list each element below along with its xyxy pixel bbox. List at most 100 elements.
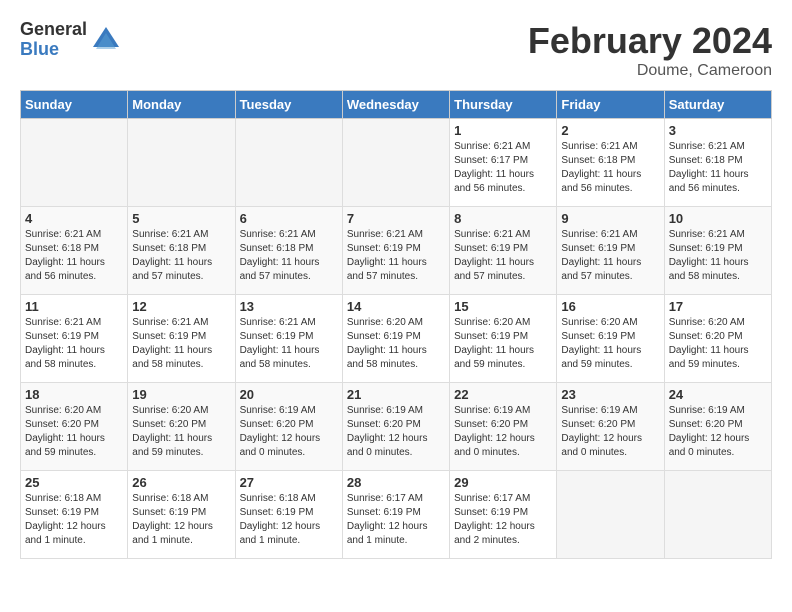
day-number: 16 (561, 299, 659, 314)
day-info: Sunrise: 6:19 AMSunset: 6:20 PMDaylight:… (561, 404, 659, 460)
calendar-cell: 25 Sunrise: 6:18 AMSunset: 6:19 PMDayligh… (21, 471, 128, 559)
day-info: Sunrise: 6:20 AMSunset: 6:19 PMDaylight:… (561, 316, 659, 372)
calendar-cell: 4 Sunrise: 6:21 AMSunset: 6:18 PMDaylight… (21, 207, 128, 295)
calendar-cell (664, 471, 771, 559)
calendar-cell: 26 Sunrise: 6:18 AMSunset: 6:19 PMDayligh… (128, 471, 235, 559)
day-info: Sunrise: 6:21 AMSunset: 6:18 PMDaylight:… (25, 228, 123, 284)
header-cell-wednesday: Wednesday (342, 91, 449, 119)
day-number: 3 (669, 123, 767, 138)
day-info: Sunrise: 6:21 AMSunset: 6:17 PMDaylight:… (454, 140, 552, 196)
calendar-cell: 12 Sunrise: 6:21 AMSunset: 6:19 PMDayligh… (128, 295, 235, 383)
calendar-cell: 10Sunrise: 6:21 AMSunset: 6:19 PMDayligh… (664, 207, 771, 295)
day-number: 8 (454, 211, 552, 226)
day-info: Sunrise: 6:20 AMSunset: 6:19 PMDaylight:… (347, 316, 445, 372)
calendar-cell: 22 Sunrise: 6:19 AMSunset: 6:20 PMDayligh… (450, 383, 557, 471)
calendar-cell: 24 Sunrise: 6:19 AMSunset: 6:20 PMDayligh… (664, 383, 771, 471)
logo-icon (91, 25, 121, 55)
day-info: Sunrise: 6:21 AMSunset: 6:18 PMDaylight:… (669, 140, 767, 196)
day-number: 23 (561, 387, 659, 402)
day-info: Sunrise: 6:21 AMSunset: 6:19 PMDaylight:… (25, 316, 123, 372)
day-number: 14 (347, 299, 445, 314)
day-info: Sunrise: 6:18 AMSunset: 6:19 PMDaylight:… (240, 492, 338, 548)
day-number: 10 (669, 211, 767, 226)
calendar-cell (21, 119, 128, 207)
day-number: 18 (25, 387, 123, 402)
calendar-cell: 9 Sunrise: 6:21 AMSunset: 6:19 PMDaylight… (557, 207, 664, 295)
day-info: Sunrise: 6:17 AMSunset: 6:19 PMDaylight:… (347, 492, 445, 548)
location-subtitle: Doume, Cameroon (528, 62, 772, 80)
day-info: Sunrise: 6:19 AMSunset: 6:20 PMDaylight:… (347, 404, 445, 460)
day-number: 28 (347, 475, 445, 490)
day-info: Sunrise: 6:21 AMSunset: 6:19 PMDaylight:… (132, 316, 230, 372)
day-number: 17 (669, 299, 767, 314)
logo: General Blue (20, 20, 121, 60)
day-number: 13 (240, 299, 338, 314)
day-number: 4 (25, 211, 123, 226)
calendar-cell: 29Sunrise: 6:17 AMSunset: 6:19 PMDayligh… (450, 471, 557, 559)
calendar-cell: 27 Sunrise: 6:18 AMSunset: 6:19 PMDayligh… (235, 471, 342, 559)
week-row-2: 4 Sunrise: 6:21 AMSunset: 6:18 PMDaylight… (21, 207, 772, 295)
calendar-table: SundayMondayTuesdayWednesdayThursdayFrid… (20, 90, 772, 559)
month-title: February 2024 (528, 20, 772, 62)
day-info: Sunrise: 6:19 AMSunset: 6:20 PMDaylight:… (454, 404, 552, 460)
calendar-cell: 2 Sunrise: 6:21 AMSunset: 6:18 PMDaylight… (557, 119, 664, 207)
calendar-cell: 28 Sunrise: 6:17 AMSunset: 6:19 PMDayligh… (342, 471, 449, 559)
calendar-cell (235, 119, 342, 207)
calendar-cell: 19Sunrise: 6:20 AMSunset: 6:20 PMDayligh… (128, 383, 235, 471)
day-info: Sunrise: 6:18 AMSunset: 6:19 PMDaylight:… (25, 492, 123, 548)
day-number: 22 (454, 387, 552, 402)
header-cell-thursday: Thursday (450, 91, 557, 119)
day-number: 24 (669, 387, 767, 402)
day-number: 11 (25, 299, 123, 314)
calendar-cell: 21 Sunrise: 6:19 AMSunset: 6:20 PMDayligh… (342, 383, 449, 471)
calendar-cell: 14 Sunrise: 6:20 AMSunset: 6:19 PMDayligh… (342, 295, 449, 383)
calendar-cell: 1 Sunrise: 6:21 AMSunset: 6:17 PMDaylight… (450, 119, 557, 207)
day-info: Sunrise: 6:21 AMSunset: 6:19 PMDaylight:… (240, 316, 338, 372)
calendar-cell: 13 Sunrise: 6:21 AMSunset: 6:19 PMDayligh… (235, 295, 342, 383)
day-info: Sunrise: 6:21 AMSunset: 6:18 PMDaylight:… (561, 140, 659, 196)
day-info: Sunrise: 6:21 AMSunset: 6:19 PMDaylight:… (454, 228, 552, 284)
header-cell-friday: Friday (557, 91, 664, 119)
header-cell-sunday: Sunday (21, 91, 128, 119)
logo-general: General (20, 20, 87, 40)
day-number: 9 (561, 211, 659, 226)
calendar-cell (557, 471, 664, 559)
day-number: 6 (240, 211, 338, 226)
header: General Blue February 2024 Doume, Camero… (20, 20, 772, 80)
calendar-header: SundayMondayTuesdayWednesdayThursdayFrid… (21, 91, 772, 119)
calendar-cell: 15Sunrise: 6:20 AMSunset: 6:19 PMDayligh… (450, 295, 557, 383)
header-cell-tuesday: Tuesday (235, 91, 342, 119)
day-info: Sunrise: 6:20 AMSunset: 6:19 PMDaylight:… (454, 316, 552, 372)
day-info: Sunrise: 6:21 AMSunset: 6:19 PMDaylight:… (347, 228, 445, 284)
day-info: Sunrise: 6:17 AMSunset: 6:19 PMDaylight:… (454, 492, 552, 548)
day-number: 21 (347, 387, 445, 402)
calendar-cell: 7 Sunrise: 6:21 AMSunset: 6:19 PMDaylight… (342, 207, 449, 295)
calendar-cell: 11 Sunrise: 6:21 AMSunset: 6:19 PMDayligh… (21, 295, 128, 383)
week-row-1: 1 Sunrise: 6:21 AMSunset: 6:17 PMDaylight… (21, 119, 772, 207)
day-info: Sunrise: 6:21 AMSunset: 6:18 PMDaylight:… (132, 228, 230, 284)
title-area: February 2024 Doume, Cameroon (528, 20, 772, 80)
week-row-4: 18Sunrise: 6:20 AMSunset: 6:20 PMDayligh… (21, 383, 772, 471)
calendar-cell: 8 Sunrise: 6:21 AMSunset: 6:19 PMDaylight… (450, 207, 557, 295)
day-number: 26 (132, 475, 230, 490)
day-number: 25 (25, 475, 123, 490)
calendar-cell: 3 Sunrise: 6:21 AMSunset: 6:18 PMDaylight… (664, 119, 771, 207)
day-number: 2 (561, 123, 659, 138)
day-info: Sunrise: 6:18 AMSunset: 6:19 PMDaylight:… (132, 492, 230, 548)
day-info: Sunrise: 6:19 AMSunset: 6:20 PMDaylight:… (240, 404, 338, 460)
calendar-cell: 23 Sunrise: 6:19 AMSunset: 6:20 PMDayligh… (557, 383, 664, 471)
day-number: 5 (132, 211, 230, 226)
calendar-cell: 6Sunrise: 6:21 AMSunset: 6:18 PMDaylight… (235, 207, 342, 295)
day-info: Sunrise: 6:20 AMSunset: 6:20 PMDaylight:… (669, 316, 767, 372)
calendar-cell (128, 119, 235, 207)
day-number: 27 (240, 475, 338, 490)
day-info: Sunrise: 6:19 AMSunset: 6:20 PMDaylight:… (669, 404, 767, 460)
week-row-5: 25 Sunrise: 6:18 AMSunset: 6:19 PMDayligh… (21, 471, 772, 559)
logo-blue: Blue (20, 40, 87, 60)
calendar-cell: 16 Sunrise: 6:20 AMSunset: 6:19 PMDayligh… (557, 295, 664, 383)
day-number: 12 (132, 299, 230, 314)
day-number: 1 (454, 123, 552, 138)
day-number: 7 (347, 211, 445, 226)
day-number: 19 (132, 387, 230, 402)
day-info: Sunrise: 6:21 AMSunset: 6:19 PMDaylight:… (561, 228, 659, 284)
